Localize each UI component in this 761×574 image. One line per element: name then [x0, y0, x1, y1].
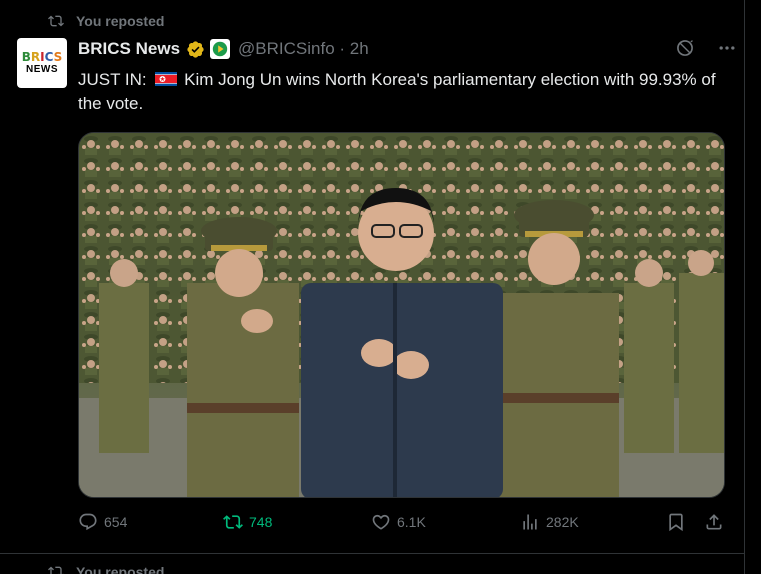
tweet-header: BRICS News @BRICSinfo · 2h: [78, 38, 369, 60]
bookmark-button[interactable]: [666, 512, 686, 532]
north-korea-flag-icon: [155, 72, 178, 86]
tweet-divider: [0, 553, 744, 554]
views-button[interactable]: 282K: [520, 512, 579, 532]
repost-context: You reposted: [48, 12, 164, 30]
avatar-logo-subtitle: NEWS: [26, 64, 58, 75]
grok-icon[interactable]: [675, 38, 695, 58]
repost-icon: [223, 515, 243, 529]
time-separator: ·: [339, 39, 346, 58]
tweet-photo[interactable]: [78, 132, 725, 498]
author-name[interactable]: BRICS News: [78, 39, 180, 59]
timeline-border: [744, 0, 745, 574]
repost-count: 748: [249, 514, 273, 530]
repost-icon: [48, 566, 64, 574]
next-repost-context: You reposted: [48, 563, 164, 574]
repost-button[interactable]: 748: [223, 512, 272, 532]
tweet-time[interactable]: 2h: [350, 39, 369, 58]
tweet-text-prefix: JUST IN:: [78, 70, 147, 89]
heart-icon: [372, 514, 390, 530]
view-count: 282K: [546, 514, 579, 530]
tweet-actions: 654 748 6.1K 282K: [78, 512, 728, 538]
author-handle[interactable]: @BRICSinfo · 2h: [238, 39, 369, 59]
verified-badge-icon[interactable]: [186, 40, 205, 59]
author-avatar[interactable]: BRICS NEWS: [17, 38, 67, 88]
more-options-icon[interactable]: [717, 38, 737, 58]
photo-soldiers-illustration: [79, 133, 724, 497]
repost-context-label: You reposted: [76, 13, 165, 29]
affiliate-badge-icon[interactable]: [210, 39, 231, 59]
reply-count: 654: [104, 514, 128, 530]
bookmark-icon: [669, 513, 683, 532]
like-button[interactable]: 6.1K: [371, 512, 426, 532]
tweet-text: JUST IN: Kim Jong Un wins North Korea's …: [78, 68, 728, 116]
share-icon: [706, 514, 722, 530]
like-count: 6.1K: [397, 514, 426, 530]
share-button[interactable]: [704, 512, 724, 532]
repost-icon: [48, 15, 64, 27]
analytics-icon: [523, 514, 537, 530]
avatar-logo: BRICS: [21, 50, 63, 64]
next-repost-context-label: You reposted: [76, 564, 165, 574]
reply-icon: [79, 513, 97, 531]
header-actions: [675, 38, 737, 58]
reply-button[interactable]: 654: [78, 512, 127, 532]
